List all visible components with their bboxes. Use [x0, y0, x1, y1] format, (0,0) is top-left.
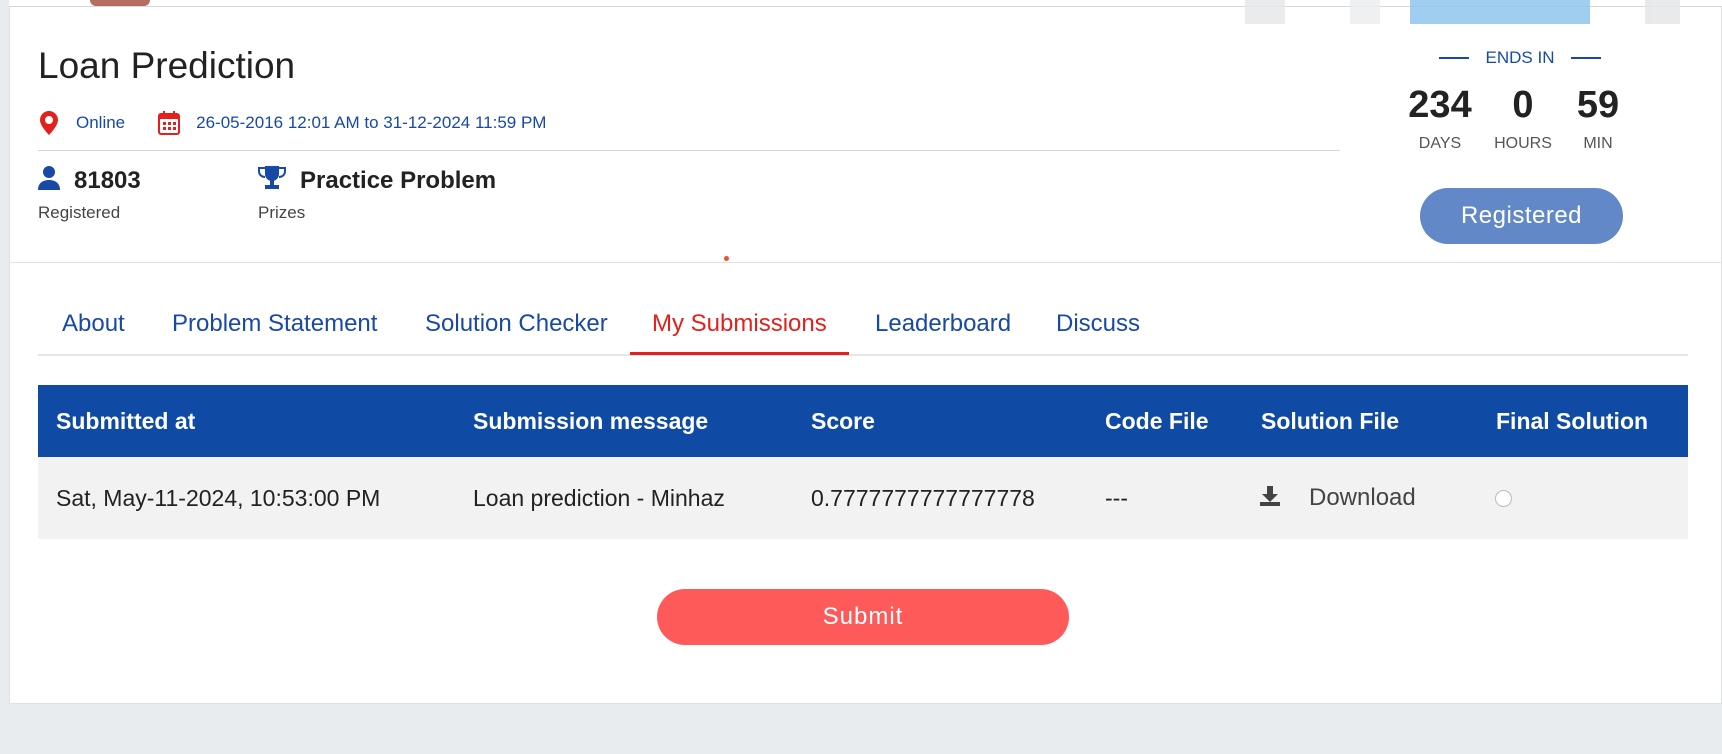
column-header: Final Solution: [1496, 408, 1649, 434]
final-solution-radio[interactable]: [1495, 490, 1512, 507]
date-range-text: 26-05-2016 12:01 AM to 31-12-2024 11:59 …: [196, 113, 547, 132]
days-label: DAYS: [1418, 135, 1462, 152]
mode-text: Online: [76, 113, 126, 132]
map-pin-icon: [38, 110, 60, 136]
column-header: Score: [811, 408, 875, 434]
page-title: Loan Prediction: [38, 45, 296, 86]
user-icon: [38, 166, 60, 195]
countdown-header: ENDS IN: [1390, 48, 1650, 68]
tab-about[interactable]: About: [62, 310, 125, 338]
competition-meta: Online 26-05-2016 12:01 AM to 31-12-2024…: [38, 108, 546, 138]
submissions-table: Submitted at Submission message Score Co…: [38, 385, 1688, 539]
prize-value: Practice Problem: [300, 166, 497, 194]
tab-solution-checker[interactable]: Solution Checker: [425, 310, 608, 338]
download-label[interactable]: Download: [1309, 484, 1416, 512]
prizes-stat: Practice Problem Prizes: [258, 166, 496, 223]
loading-dot: [724, 256, 729, 261]
prizes-label: Prizes: [258, 203, 306, 222]
registered-button[interactable]: Registered: [1420, 188, 1623, 244]
countdown-minutes: 59 MIN: [1553, 84, 1643, 153]
countdown-days: 234 DAYS: [1395, 84, 1485, 153]
code-file-cell: ---: [1105, 485, 1128, 511]
registered-stat: 81803 Registered: [38, 166, 141, 223]
section-separator: [9, 262, 1722, 263]
tab-bar: About Problem Statement Solution Checker…: [38, 290, 1688, 356]
submission-message-cell: Loan prediction - Minhaz: [473, 485, 725, 511]
tab-discuss[interactable]: Discuss: [1056, 310, 1140, 338]
days-value: 234: [1408, 84, 1472, 126]
column-header: Submission message: [473, 408, 709, 434]
registered-count: 81803: [74, 166, 141, 194]
tab-leaderboard[interactable]: Leaderboard: [875, 310, 1011, 338]
banner-decoration-right: [1245, 0, 1695, 24]
tab-my-submissions[interactable]: My Submissions: [652, 310, 827, 338]
minutes-label: MIN: [1583, 135, 1613, 152]
column-header: Code File: [1105, 408, 1209, 434]
trophy-icon: [258, 166, 286, 195]
calendar-icon: [158, 110, 181, 136]
table-row: Sat, May-11-2024, 10:53:00 PM Loan predi…: [38, 457, 1688, 539]
column-header: Submitted at: [56, 408, 196, 434]
column-header: Solution File: [1261, 408, 1399, 434]
registered-label: Registered: [38, 203, 121, 222]
active-tab-indicator: [630, 352, 849, 355]
tab-problem-statement[interactable]: Problem Statement: [172, 310, 377, 338]
table-header: Submitted at Submission message Score Co…: [38, 385, 1688, 457]
submitted-at-cell: Sat, May-11-2024, 10:53:00 PM: [56, 485, 381, 511]
banner-decoration-left: [90, 0, 190, 8]
ends-in-label: ENDS IN: [1485, 48, 1555, 67]
header-divider: [38, 150, 1340, 151]
score-cell: 0.7777777777777778: [811, 485, 1035, 511]
minutes-value: 59: [1576, 84, 1620, 126]
submit-button[interactable]: Submit: [657, 589, 1069, 645]
download-icon[interactable]: [1259, 485, 1281, 512]
download-link[interactable]: Download: [1259, 457, 1416, 539]
